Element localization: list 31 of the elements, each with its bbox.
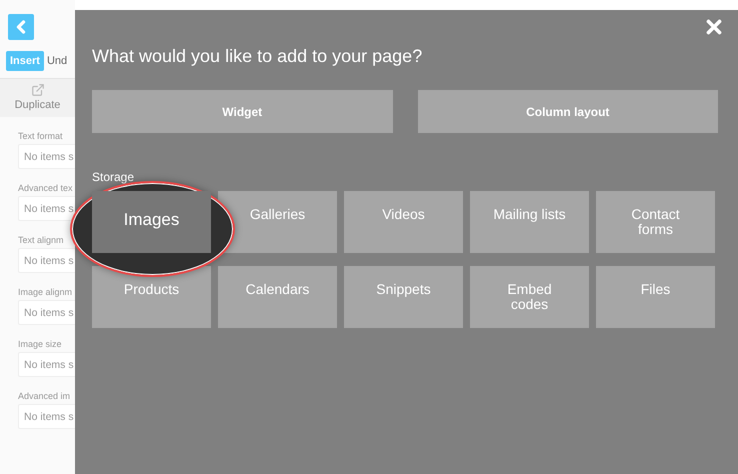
content-tile[interactable]: Videos	[344, 191, 463, 253]
setting-label: Text format	[18, 131, 63, 141]
content-tile[interactable]: Embed codes	[470, 266, 589, 328]
content-tile[interactable]: Galleries	[218, 191, 337, 253]
duplicate-button[interactable]: Duplicate	[0, 79, 75, 117]
setting-field[interactable]: No items s	[18, 300, 75, 325]
setting-field[interactable]: No items s	[18, 196, 75, 221]
dialog-title: What would you like to add to your page?	[92, 46, 422, 67]
content-tile[interactable]: Contact forms	[596, 191, 715, 253]
setting-label: Image size	[18, 339, 62, 349]
mode-button[interactable]: Insert	[6, 51, 44, 71]
setting-label: Advanced im	[18, 391, 70, 401]
content-tile[interactable]: Files	[596, 266, 715, 328]
setting-field[interactable]: No items s	[18, 404, 75, 429]
setting-label: Image alignm	[18, 287, 72, 297]
content-tile[interactable]: Mailing lists	[470, 191, 589, 253]
content-tile[interactable]: Calendars	[218, 266, 337, 328]
content-tile[interactable]: Images	[92, 191, 211, 253]
content-tile[interactable]: Products	[92, 266, 211, 328]
setting-field[interactable]: No items s	[18, 352, 75, 377]
option-button[interactable]: Column layout	[418, 90, 718, 133]
setting-label: Advanced tex	[18, 183, 73, 193]
back-button[interactable]	[8, 14, 34, 40]
setting-field[interactable]: No items s	[18, 248, 75, 273]
mode-button[interactable]: Und	[46, 51, 68, 71]
duplicate-icon	[30, 83, 44, 97]
setting-field[interactable]: No items s	[18, 144, 75, 169]
section-label: Storage	[92, 170, 134, 184]
setting-label: Text alignm	[18, 235, 64, 245]
option-button[interactable]: Widget	[92, 90, 392, 133]
content-tile[interactable]: Snippets	[344, 266, 463, 328]
